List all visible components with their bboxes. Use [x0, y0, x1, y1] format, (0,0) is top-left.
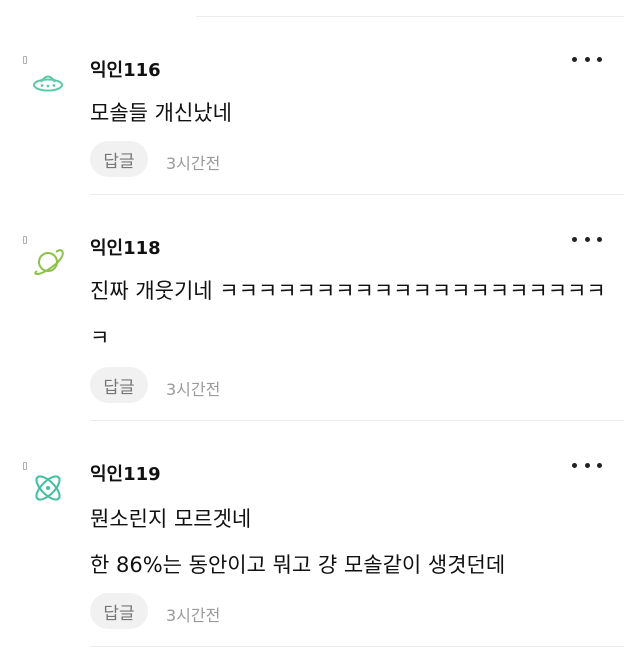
- divider: [196, 16, 624, 17]
- marker-icon: [23, 462, 27, 470]
- marker-icon: [23, 236, 27, 244]
- planet-icon: [30, 244, 66, 280]
- comment-text-line: 진짜 개웃기네 ㅋㅋㅋㅋㅋㅋㅋㅋㅋㅋㅋㅋㅋㅋㅋㅋㅋㅋㅋㅋ: [90, 279, 606, 303]
- more-options-icon[interactable]: [572, 458, 602, 472]
- comment-text-line: ㅋ: [90, 326, 110, 350]
- reply-button[interactable]: 답글: [90, 367, 148, 403]
- ufo-icon: [30, 66, 66, 102]
- reply-button[interactable]: 답글: [90, 593, 148, 629]
- divider: [90, 646, 624, 647]
- more-options-icon[interactable]: [572, 232, 602, 246]
- more-options-icon[interactable]: [572, 52, 602, 66]
- author-name[interactable]: 익인116: [90, 56, 161, 82]
- comment-text-line: 한 86%는 동안이고 뭐고 걍 모솔같이 생겻던데: [90, 553, 506, 577]
- divider: [90, 420, 624, 421]
- comment-text-line: 모솔들 개신났네: [90, 101, 232, 125]
- comment-list: 익인116 모솔들 개신났네 답글 3시간전 익인118 진짜 개웃기네 ㅋㅋㅋ…: [0, 0, 640, 665]
- atom-icon: [30, 470, 66, 506]
- comment-text-line: 뭔소린지 모르겟네: [90, 507, 252, 531]
- author-name[interactable]: 익인118: [90, 234, 161, 260]
- divider: [90, 194, 624, 195]
- reply-button[interactable]: 답글: [90, 141, 148, 177]
- timestamp: 3시간전: [166, 606, 221, 625]
- author-name[interactable]: 익인119: [90, 460, 161, 486]
- timestamp: 3시간전: [166, 380, 221, 399]
- marker-icon: [23, 56, 27, 64]
- timestamp: 3시간전: [166, 154, 221, 173]
